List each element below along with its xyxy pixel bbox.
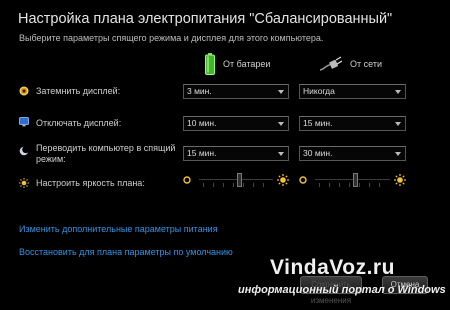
turn-off-display-battery-value: 10 мин.	[187, 118, 217, 128]
restore-defaults-link[interactable]: Восстановить для плана параметры по умол…	[19, 247, 233, 257]
column-header-ac: От сети	[320, 52, 382, 76]
dim-display-battery-value: 3 мин.	[187, 86, 212, 96]
watermark-tagline: информационный портал о Windows	[238, 284, 446, 296]
sleep-ac-value: 30 мин.	[303, 148, 333, 158]
chevron-down-icon	[395, 122, 401, 126]
brightness-battery-slider[interactable]	[183, 173, 289, 187]
brightness-low-icon	[299, 176, 307, 184]
sleep-ac-select[interactable]: 30 мин.	[299, 146, 406, 161]
chevron-down-icon	[395, 90, 401, 94]
window-title: Настройка плана электропитания "Сбаланси…	[18, 11, 393, 27]
chevron-down-icon	[278, 90, 284, 94]
setting-label-turn-off-display: Отключать дисплей:	[36, 118, 122, 128]
dim-display-ac-value: Никогда	[303, 86, 335, 96]
power-plug-icon	[320, 56, 342, 71]
dim-display-ac-select[interactable]: Никогда	[299, 84, 406, 99]
setting-label-sleep-text: Переводить компьютер в спящий режим:	[36, 143, 176, 164]
sleep-battery-select[interactable]: 15 мин.	[183, 146, 289, 161]
window-subtitle: Выберите параметры спящего режима и дисп…	[19, 33, 324, 43]
sleep-battery-value: 15 мин.	[187, 148, 217, 158]
turn-off-display-ac-select[interactable]: 15 мин.	[299, 116, 406, 131]
chevron-down-icon	[278, 152, 284, 156]
slider-thumb[interactable]	[353, 173, 359, 187]
watermark-site: VindaVoz.ru	[270, 256, 395, 279]
setting-label-dim-display: Затемнить дисплей:	[36, 86, 121, 96]
brightness-icon	[19, 178, 29, 188]
brightness-low-icon	[183, 176, 191, 184]
setting-label-brightness: Настроить яркость плана:	[36, 178, 145, 188]
column-label-battery: От батареи	[223, 59, 271, 69]
monitor-icon	[19, 117, 29, 127]
brightness-ac-slider[interactable]	[299, 173, 406, 187]
dim-display-icon	[19, 86, 29, 96]
chevron-down-icon	[395, 152, 401, 156]
column-label-ac: От сети	[350, 59, 382, 69]
column-header-battery: От батареи	[205, 52, 270, 76]
turn-off-display-ac-value: 15 мин.	[303, 118, 333, 128]
brightness-high-icon	[394, 174, 406, 186]
turn-off-display-battery-select[interactable]: 10 мин.	[183, 116, 289, 131]
dim-display-battery-select[interactable]: 3 мин.	[183, 84, 289, 99]
setting-label-sleep: Переводить компьютер в спящий режим:	[36, 143, 182, 165]
sleep-moon-icon	[19, 146, 29, 156]
slider-thumb[interactable]	[236, 173, 242, 187]
battery-icon	[205, 53, 215, 75]
brightness-high-icon	[277, 174, 289, 186]
advanced-settings-link[interactable]: Изменить дополнительные параметры питани…	[19, 224, 218, 234]
chevron-down-icon	[278, 122, 284, 126]
